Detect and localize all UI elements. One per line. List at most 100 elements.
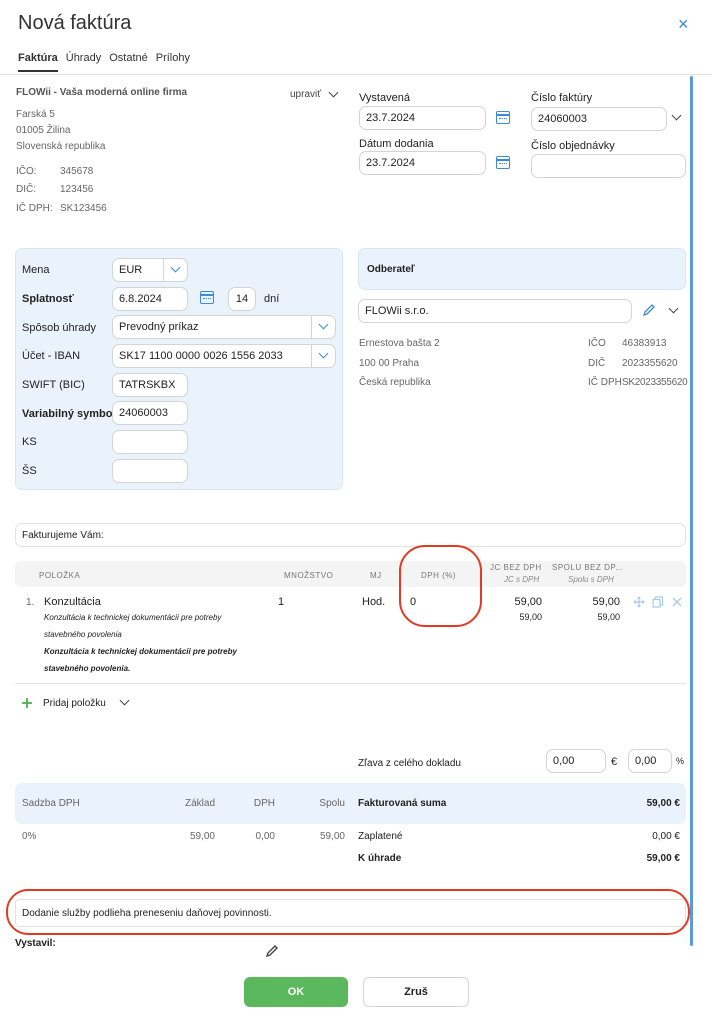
ss-input[interactable]: [112, 459, 188, 483]
discount-currency: €: [611, 756, 618, 768]
invoice-number-label: Číslo faktúry: [531, 92, 593, 104]
currency-label: Mena: [22, 264, 50, 276]
chevron-down-icon[interactable]: [328, 87, 339, 98]
customer-icdph: SK2023355620: [622, 377, 688, 388]
add-item-button[interactable]: Pridaj položku: [43, 698, 106, 709]
issuer-label: Vystavil:: [15, 938, 56, 949]
chevron-down-icon[interactable]: [671, 110, 682, 121]
ok-button[interactable]: OK: [244, 977, 348, 1007]
chevron-down-icon: [318, 348, 329, 359]
swift-input[interactable]: TATRSKBX: [112, 373, 188, 397]
calendar-icon[interactable]: [496, 111, 510, 124]
order-number-label: Číslo objednávky: [531, 140, 615, 152]
pencil-icon[interactable]: [642, 303, 656, 317]
customer-ico-label: IČO: [588, 338, 606, 349]
vs-label: Variabilný symbol: [22, 408, 116, 420]
iban-select[interactable]: SK17 1100 0000 0026 1556 2033: [112, 344, 336, 368]
invoiced-amount: 59,00 €: [646, 798, 680, 809]
item-unit[interactable]: Hod.: [362, 596, 385, 608]
iban-value: SK17 1100 0000 0026 1556 2033: [119, 350, 283, 362]
move-icon[interactable]: [633, 596, 645, 608]
intro-textarea[interactable]: Fakturujeme Vám:: [15, 523, 686, 547]
close-icon[interactable]: ×: [678, 14, 689, 35]
ks-input[interactable]: [112, 430, 188, 454]
table-divider: [15, 683, 686, 684]
vs-input[interactable]: 24060003: [112, 401, 188, 425]
issued-date-input[interactable]: 23.7.2024: [359, 106, 486, 130]
percent-sign: %: [676, 756, 685, 766]
due-days-input[interactable]: 14: [228, 287, 256, 311]
item-name[interactable]: Konzultácia: [44, 596, 101, 608]
calendar-icon[interactable]: [200, 291, 214, 304]
payment-method-select[interactable]: Prevodný príkaz: [112, 315, 336, 339]
vat-amount: 0,00: [255, 831, 275, 842]
customer-country: Česká republika: [359, 377, 431, 388]
issued-label: Vystavená: [359, 92, 410, 104]
customer-street: Ernestova bašta 2: [359, 338, 440, 349]
item-description: Konzultácia k technickej dokumentácii pr…: [44, 613, 222, 622]
vat-total-header: Spolu: [319, 798, 345, 809]
discount-percent-input[interactable]: 0,00: [628, 749, 672, 773]
invoiced-label: Fakturovaná suma: [358, 798, 447, 809]
currency-select[interactable]: EUR: [112, 258, 188, 282]
col-unit-price-vat: JC s DPH: [504, 575, 540, 584]
chevron-down-icon[interactable]: [119, 695, 130, 706]
paid-label: Zaplatené: [358, 831, 403, 842]
supplier-dic: 123456: [60, 184, 94, 195]
delivery-label: Dátum dodania: [359, 138, 434, 150]
discount-value-input[interactable]: 0,00: [546, 749, 606, 773]
discount-label: Zľava z celého dokladu: [358, 758, 461, 769]
iban-label: Účet - IBAN: [22, 350, 81, 362]
tab-payments[interactable]: Úhrady: [66, 52, 101, 72]
item-total[interactable]: 59,00: [548, 596, 620, 608]
pencil-icon[interactable]: [265, 944, 279, 958]
customer-ico: 46383913: [622, 338, 667, 349]
item-description: stavebného povolenia: [44, 630, 122, 639]
col-unit: MJ: [370, 571, 382, 580]
currency-value: EUR: [119, 264, 143, 276]
supplier-ico-label: IČO:: [16, 166, 37, 177]
item-description-bold: stavebného povolenia.: [44, 664, 131, 673]
item-qty[interactable]: 1: [278, 596, 284, 608]
item-total-vat: 59,00: [597, 612, 620, 622]
customer-heading: Odberateľ: [367, 264, 415, 275]
due-total-label: K úhrade: [358, 853, 402, 864]
copy-icon[interactable]: [652, 596, 664, 608]
col-total: SPOLU BEZ DP...: [552, 563, 624, 572]
due-date-input[interactable]: 6.8.2024: [112, 287, 188, 311]
item-description-bold: Konzultácia k technickej dokumentácii pr…: [44, 647, 237, 656]
ks-label: KS: [22, 436, 37, 448]
edit-supplier-link[interactable]: upraviť: [290, 89, 321, 100]
delivery-date-input[interactable]: 23.7.2024: [359, 151, 486, 175]
invoice-number-input[interactable]: 24060003: [531, 107, 667, 131]
tab-invoice[interactable]: Faktúra: [18, 52, 58, 72]
order-number-input[interactable]: [531, 154, 686, 178]
method-label: Spôsob úhrady: [22, 322, 96, 334]
tab-attachments[interactable]: Prílohy: [156, 52, 190, 72]
calendar-icon[interactable]: [496, 156, 510, 169]
ss-label: ŠS: [22, 465, 37, 477]
tab-other[interactable]: Ostatné: [109, 52, 148, 72]
col-unit-price: JC BEZ DPH: [490, 563, 542, 572]
vat-base: 59,00: [189, 831, 215, 842]
modal-title: Nová faktúra: [18, 12, 132, 34]
supplier-dic-label: DIČ:: [16, 184, 36, 195]
customer-city: 100 00 Praha: [359, 358, 420, 369]
supplier-city: 01005 Žilina: [16, 125, 71, 136]
customer-icdph-label: IČ DPH: [588, 377, 622, 388]
chevron-down-icon[interactable]: [668, 303, 679, 314]
vat-base-header: Základ: [184, 798, 215, 809]
scrollbar[interactable]: [690, 76, 693, 946]
chevron-down-icon: [318, 319, 329, 330]
row-number: 1.: [26, 597, 35, 608]
col-item: POLOŽKA: [39, 571, 81, 580]
col-qty: MNOŽSTVO: [284, 571, 334, 580]
vat-total: 59,00: [319, 831, 345, 842]
payment-method-value: Prevodný príkaz: [119, 321, 199, 333]
tab-divider: [0, 74, 712, 75]
cancel-button[interactable]: Zruš: [363, 977, 469, 1007]
delete-icon[interactable]: [672, 597, 682, 607]
plus-icon[interactable]: [21, 697, 33, 709]
customer-name-input[interactable]: FLOWii s.r.o.: [358, 299, 632, 323]
due-label: Splatnosť: [22, 293, 74, 305]
